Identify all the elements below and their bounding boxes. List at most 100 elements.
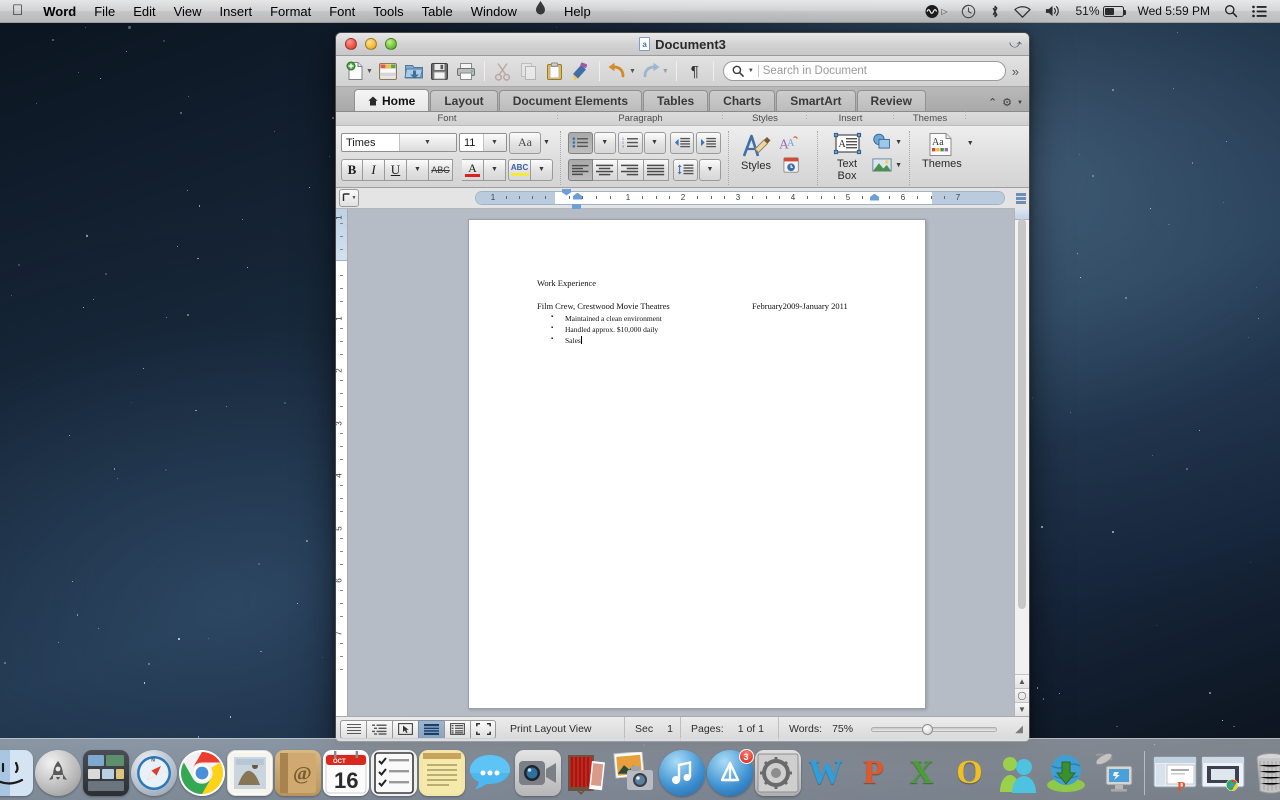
dock-item-mail[interactable] [226, 750, 273, 796]
font-color-button[interactable]: A [461, 158, 484, 181]
dock-item-photo-booth[interactable] [563, 750, 609, 796]
vertical-scrollbar[interactable]: ▲ ◯ ▼ [1014, 208, 1029, 716]
focus-view-button[interactable] [470, 719, 496, 739]
document-scroll-area[interactable]: Work Experience Film Crew, Crestwood Mov… [348, 209, 1014, 716]
tab-home[interactable]: Home [354, 89, 430, 111]
resize-grip[interactable]: ◢ [1015, 724, 1025, 735]
dock-item-iphoto[interactable] [611, 750, 657, 796]
dock-item-downloads-globe[interactable] [1043, 750, 1089, 796]
menu-item-file[interactable]: File [85, 0, 124, 23]
tab-charts[interactable]: Charts [709, 90, 776, 111]
copy-button[interactable] [516, 59, 542, 84]
tab-layout[interactable]: Layout [430, 90, 498, 111]
vertical-scrollbar-thumb[interactable] [1018, 219, 1026, 609]
justify-button[interactable] [643, 158, 669, 181]
toolbar-overflow-button[interactable]: » [1006, 64, 1023, 79]
underline-button[interactable]: U [385, 158, 407, 181]
dock-item-calendar[interactable]: OCT 16 [322, 750, 369, 796]
text-effects-button[interactable]: A A [776, 132, 802, 156]
bulleted-list-caret-icon[interactable]: ▼ [593, 131, 616, 154]
new-from-template-button[interactable] [375, 59, 401, 84]
dock-item-microsoft-word[interactable]: W [803, 750, 849, 796]
dock-item-messages[interactable] [467, 750, 513, 796]
cut-button[interactable] [490, 59, 516, 84]
gear-caret-icon[interactable]: ▼ [1017, 100, 1023, 106]
dock-item-messenger[interactable] [995, 750, 1041, 796]
left-indent-marker[interactable] [572, 203, 581, 209]
menu-item-edit[interactable]: Edit [124, 0, 164, 23]
strikethrough-button[interactable]: ABC [429, 158, 454, 181]
dock-item-finder[interactable] [0, 750, 33, 796]
dock-item-safari[interactable]: N [130, 750, 177, 796]
themes-caret-icon[interactable]: ▼ [967, 130, 974, 147]
vertical-ruler[interactable]: 1 1 2 3 4 5 6 7 [336, 209, 348, 716]
menu-item-font[interactable]: Font [320, 0, 364, 23]
shapes-button[interactable] [869, 131, 895, 153]
line-spacing-button[interactable] [672, 158, 698, 181]
next-page-button[interactable]: ▼ [1015, 702, 1029, 716]
wifi-icon[interactable] [1007, 0, 1038, 23]
window-title-bar[interactable]: a Document3 ⤻ [336, 33, 1029, 56]
search-input[interactable] [762, 65, 997, 77]
align-center-button[interactable] [593, 158, 619, 181]
timemachine-icon[interactable] [954, 0, 983, 23]
collapse-ribbon-icon[interactable]: ⌃ [988, 96, 997, 109]
font-name-caret-icon[interactable]: ▼ [398, 134, 456, 151]
align-left-button[interactable] [568, 158, 594, 181]
tab-document-elements[interactable]: Document Elements [498, 90, 643, 111]
dock-item-microsoft-excel[interactable]: X [899, 750, 945, 796]
dock-item-itunes[interactable] [658, 750, 705, 796]
dock-item-system-preferences[interactable] [754, 750, 801, 796]
change-case-button[interactable]: Aa [509, 131, 541, 154]
bluetooth-icon[interactable] [983, 0, 1007, 23]
font-color-caret-icon[interactable]: ▼ [483, 158, 506, 181]
zoom-slider-knob[interactable] [921, 723, 933, 735]
draft-view-button[interactable] [340, 719, 366, 739]
bulleted-list-button[interactable] [568, 131, 593, 154]
save-button[interactable] [427, 59, 453, 84]
outline-view-button[interactable] [366, 719, 392, 739]
numbered-list-caret-icon[interactable]: ▼ [643, 131, 666, 154]
print-layout-view-button[interactable] [418, 719, 444, 739]
dock-item-notes[interactable] [418, 750, 465, 796]
battery-icon[interactable] [1102, 0, 1131, 23]
flux-status-icon[interactable]: ▷ [918, 0, 954, 23]
highlight-caret-icon[interactable]: ▼ [530, 158, 553, 181]
italic-button[interactable]: I [363, 158, 385, 181]
dock-minimized-chrome-window[interactable] [1200, 750, 1246, 796]
menu-item-tools[interactable]: Tools [364, 0, 412, 23]
previous-page-button[interactable]: ▲ [1015, 674, 1029, 688]
tab-smartart[interactable]: SmartArt [776, 90, 856, 111]
dock-minimized-powerpoint-window[interactable]: P [1152, 750, 1198, 796]
clock-label[interactable]: Wed 5:59 PM [1131, 0, 1217, 23]
format-painter-button[interactable] [568, 59, 594, 84]
menu-item-word[interactable]: Word [34, 0, 85, 23]
picture-caret-icon[interactable]: ▼ [895, 162, 902, 169]
dock-item-app-store[interactable]: 3 [706, 749, 754, 796]
open-button[interactable] [401, 59, 427, 84]
bold-button[interactable]: B [341, 158, 363, 181]
search-in-document-box[interactable]: ▼ [722, 61, 1006, 81]
tab-review[interactable]: Review [856, 90, 926, 111]
notebook-layout-view-button[interactable] [444, 719, 470, 739]
shapes-caret-icon[interactable]: ▼ [895, 139, 902, 146]
text-box-button[interactable]: A Text Box [825, 130, 869, 182]
dock-item-mission-control[interactable] [82, 750, 129, 796]
change-case-caret-icon[interactable]: ▼ [543, 139, 550, 146]
select-browse-object-button[interactable]: ◯ [1015, 688, 1029, 702]
notification-center-icon[interactable] [1245, 0, 1274, 23]
document-page[interactable]: Work Experience Film Crew, Crestwood Mov… [468, 219, 926, 709]
decrease-indent-button[interactable] [669, 131, 695, 154]
volume-icon[interactable] [1038, 0, 1068, 23]
show-formatting-marks-button[interactable]: ¶ [682, 59, 708, 84]
undo-button[interactable] [605, 59, 631, 84]
menu-item-help[interactable]: Help [555, 0, 600, 23]
flux-icon[interactable] [526, 0, 555, 23]
tab-tables[interactable]: Tables [643, 90, 709, 111]
dock-item-google-chrome[interactable] [178, 750, 225, 796]
dock-item-facetime[interactable] [514, 750, 561, 796]
toolbox-button[interactable] [780, 154, 804, 176]
dock-item-microsoft-outlook[interactable]: O [947, 750, 993, 796]
dock-item-remote-desktop[interactable] [1091, 750, 1137, 796]
menu-item-format[interactable]: Format [261, 0, 320, 23]
